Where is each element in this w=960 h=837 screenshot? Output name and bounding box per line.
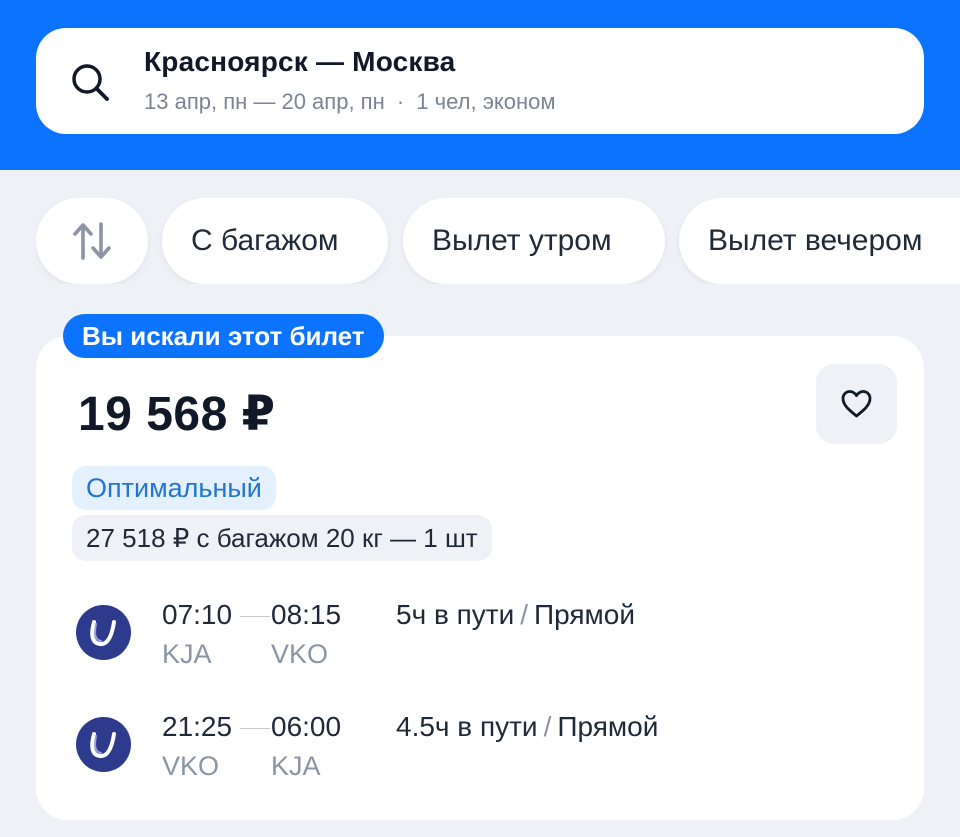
search-params: 13 апр, пн — 20 апр, пн · 1 чел, эконом [144,89,556,115]
filter-chip-evening[interactable]: Вылет вечером [679,198,960,284]
flight-type: Прямой [534,599,636,630]
ticket-price: 19 568 ₽ [78,388,276,441]
searched-ticket-badge: Вы искали этот билет [63,314,384,358]
search-icon [72,64,109,101]
separator: · [396,89,405,114]
departure-time: 07:10 [162,599,233,630]
departure-time: 21:25 [162,711,233,742]
departure-airport: KJA [162,639,212,669]
filter-chip-morning[interactable]: Вылет утром [403,198,665,284]
flight-info: 4.5ч в пути / Прямой [396,711,658,743]
search-passengers: 1 чел, эконом [416,89,556,114]
optimal-tag: Оптимальный [72,466,276,510]
arrival-airport: KJA [271,751,321,781]
airline-logo-icon [76,605,131,660]
flight-type: Прямой [557,711,659,742]
arrival-time: 08:15 [271,599,342,630]
arrival-airport: VKO [271,639,329,669]
arrival-time: 06:00 [271,711,342,742]
search-route: Красноярск — Москва [144,46,456,77]
filter-chip-baggage[interactable]: С багажом [162,198,388,284]
info-divider: / [543,711,552,742]
sort-arrows-icon [73,222,111,260]
heart-icon [841,390,872,418]
favorite-button[interactable] [816,364,897,444]
time-divider [240,616,270,617]
flight-duration: 5ч в пути [396,599,515,630]
flight-duration: 4.5ч в пути [396,711,538,742]
sort-button[interactable] [36,198,148,284]
filter-bar: С багажом Вылет утром Вылет вечером [36,198,960,284]
search-dates: 13 апр, пн — 20 апр, пн [144,89,385,114]
airline-logo-icon [76,717,131,772]
search-summary[interactable]: Красноярск — Москва 13 апр, пн — 20 апр,… [36,28,924,134]
baggage-offer[interactable]: 27 518 ₽ с багажом 20 кг — 1 шт [72,515,492,561]
info-divider: / [520,599,529,630]
departure-airport: VKO [162,751,220,781]
flight-info: 5ч в пути / Прямой [396,599,635,631]
time-divider [240,728,270,729]
